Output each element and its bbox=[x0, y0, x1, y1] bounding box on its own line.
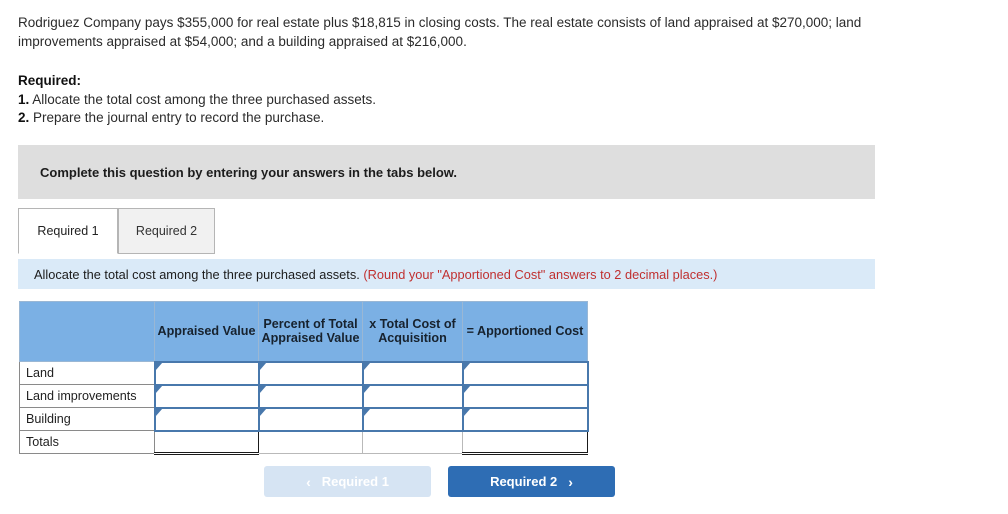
input-land-improvements-total-cost[interactable] bbox=[371, 386, 460, 406]
required-item-2-text: Prepare the journal entry to record the … bbox=[33, 110, 325, 125]
cell-land-improvements-total-cost[interactable] bbox=[361, 383, 464, 409]
required-item-2-number: 2. bbox=[18, 110, 30, 125]
table-row-land-improvements: Land improvements bbox=[19, 383, 589, 409]
cell-building-percent[interactable] bbox=[257, 406, 364, 432]
input-land-total-cost[interactable] bbox=[371, 363, 460, 383]
tab-required-2[interactable]: Required 2 bbox=[118, 208, 215, 254]
required-block: Required: 1. Allocate the total cost amo… bbox=[18, 72, 618, 128]
table-header-percent-of-total: Percent of Total Appraised Value bbox=[258, 301, 363, 362]
rounding-note: (Round your "Apportioned Cost" answers t… bbox=[363, 266, 718, 282]
input-building-appraised-value[interactable] bbox=[163, 409, 256, 429]
required-heading: Required: bbox=[18, 73, 82, 88]
required-item-1-number: 1. bbox=[18, 91, 30, 107]
required-item-1-text: Allocate the total cost among the three … bbox=[32, 91, 376, 107]
question-page: Rodriguez Company pays $355,000 for real… bbox=[0, 0, 1008, 514]
tab-required-1-label: Required 1 bbox=[37, 224, 99, 238]
input-building-total-cost[interactable] bbox=[371, 409, 460, 429]
cell-flag-icon bbox=[155, 362, 163, 371]
input-land-improvements-percent[interactable] bbox=[267, 386, 360, 406]
cell-flag-icon bbox=[363, 385, 371, 394]
required-item-1: 1. Allocate the total cost among the thr… bbox=[18, 91, 618, 110]
row-label-land: Land bbox=[19, 361, 155, 385]
cell-flag-icon bbox=[259, 362, 267, 371]
cell-building-apportioned-cost[interactable] bbox=[461, 406, 589, 432]
task-instruction-bar: Allocate the total cost among the three … bbox=[18, 259, 875, 289]
cell-land-improvements-apportioned-cost[interactable] bbox=[461, 383, 589, 409]
cell-flag-icon bbox=[155, 408, 163, 417]
table-row-building: Building bbox=[19, 406, 589, 432]
next-button-label: Required 2 bbox=[490, 474, 558, 489]
chevron-right-icon: › bbox=[568, 473, 573, 490]
row-label-building: Building bbox=[19, 407, 155, 431]
allocation-table: Appraised Value Percent of Total Apprais… bbox=[19, 301, 589, 455]
cell-land-percent[interactable] bbox=[257, 360, 364, 386]
cell-flag-icon bbox=[259, 408, 267, 417]
cell-totals-percent bbox=[258, 430, 363, 454]
table-header-blank bbox=[19, 301, 155, 362]
navigation-buttons: ‹ Required 1 Required 2 › bbox=[264, 466, 624, 498]
cell-land-improvements-appraised-value[interactable] bbox=[153, 383, 260, 409]
cell-totals-total-cost bbox=[362, 430, 463, 454]
prev-button-label: Required 1 bbox=[321, 474, 389, 489]
table-row-totals: Totals bbox=[19, 430, 588, 455]
cell-flag-icon bbox=[463, 385, 471, 394]
cell-building-total-cost[interactable] bbox=[361, 406, 464, 432]
row-label-totals: Totals bbox=[19, 430, 155, 454]
cell-flag-icon bbox=[363, 408, 371, 417]
input-building-percent[interactable] bbox=[267, 409, 360, 429]
cell-land-apportioned-cost[interactable] bbox=[461, 360, 589, 386]
chevron-left-icon: ‹ bbox=[306, 473, 311, 490]
cell-land-improvements-percent[interactable] bbox=[257, 383, 364, 409]
input-land-improvements-appraised-value[interactable] bbox=[163, 386, 256, 406]
table-header-row: Appraised Value Percent of Total Apprais… bbox=[19, 301, 588, 362]
problem-statement: Rodriguez Company pays $355,000 for real… bbox=[18, 15, 862, 49]
cell-totals-appraised-value bbox=[154, 430, 259, 455]
cell-flag-icon bbox=[259, 385, 267, 394]
task-instruction-main: Allocate the total cost among the three … bbox=[34, 266, 360, 282]
allocation-table-head: Appraised Value Percent of Total Apprais… bbox=[19, 301, 588, 362]
cell-flag-icon bbox=[463, 408, 471, 417]
prev-required-1-button[interactable]: ‹ Required 1 bbox=[264, 466, 431, 497]
table-header-appraised-value: Appraised Value bbox=[154, 301, 259, 362]
cell-totals-apportioned-cost bbox=[462, 430, 588, 455]
tab-strip: Required 1 Required 2 bbox=[18, 208, 875, 255]
input-land-appraised-value[interactable] bbox=[163, 363, 256, 383]
input-land-improvements-apportioned-cost[interactable] bbox=[471, 386, 585, 406]
table-row-land: Land bbox=[19, 360, 589, 386]
cell-land-appraised-value[interactable] bbox=[153, 360, 260, 386]
tab-required-1[interactable]: Required 1 bbox=[18, 208, 118, 254]
tab-required-2-label: Required 2 bbox=[135, 224, 198, 238]
row-label-land-improvements: Land improvements bbox=[19, 384, 155, 408]
input-building-apportioned-cost[interactable] bbox=[471, 409, 585, 429]
instructions-banner-text: Complete this question by entering your … bbox=[40, 164, 458, 180]
table-header-apportioned-cost: = Apportioned Cost bbox=[462, 301, 588, 362]
cell-flag-icon bbox=[463, 362, 471, 371]
next-required-2-button[interactable]: Required 2 › bbox=[448, 466, 615, 497]
required-item-2: 2. Prepare the journal entry to record t… bbox=[18, 109, 618, 128]
allocation-table-body: Land Land improvements Building Totals bbox=[19, 360, 589, 455]
instructions-banner: Complete this question by entering your … bbox=[18, 145, 875, 199]
cell-flag-icon bbox=[363, 362, 371, 371]
task-instruction-text: Allocate the total cost among the three … bbox=[18, 267, 717, 282]
cell-building-appraised-value[interactable] bbox=[153, 406, 260, 432]
cell-flag-icon bbox=[155, 385, 163, 394]
table-header-total-cost: x Total Cost of Acquisition bbox=[362, 301, 463, 362]
cell-land-total-cost[interactable] bbox=[361, 360, 464, 386]
input-land-percent[interactable] bbox=[267, 363, 360, 383]
input-land-apportioned-cost[interactable] bbox=[471, 363, 585, 383]
